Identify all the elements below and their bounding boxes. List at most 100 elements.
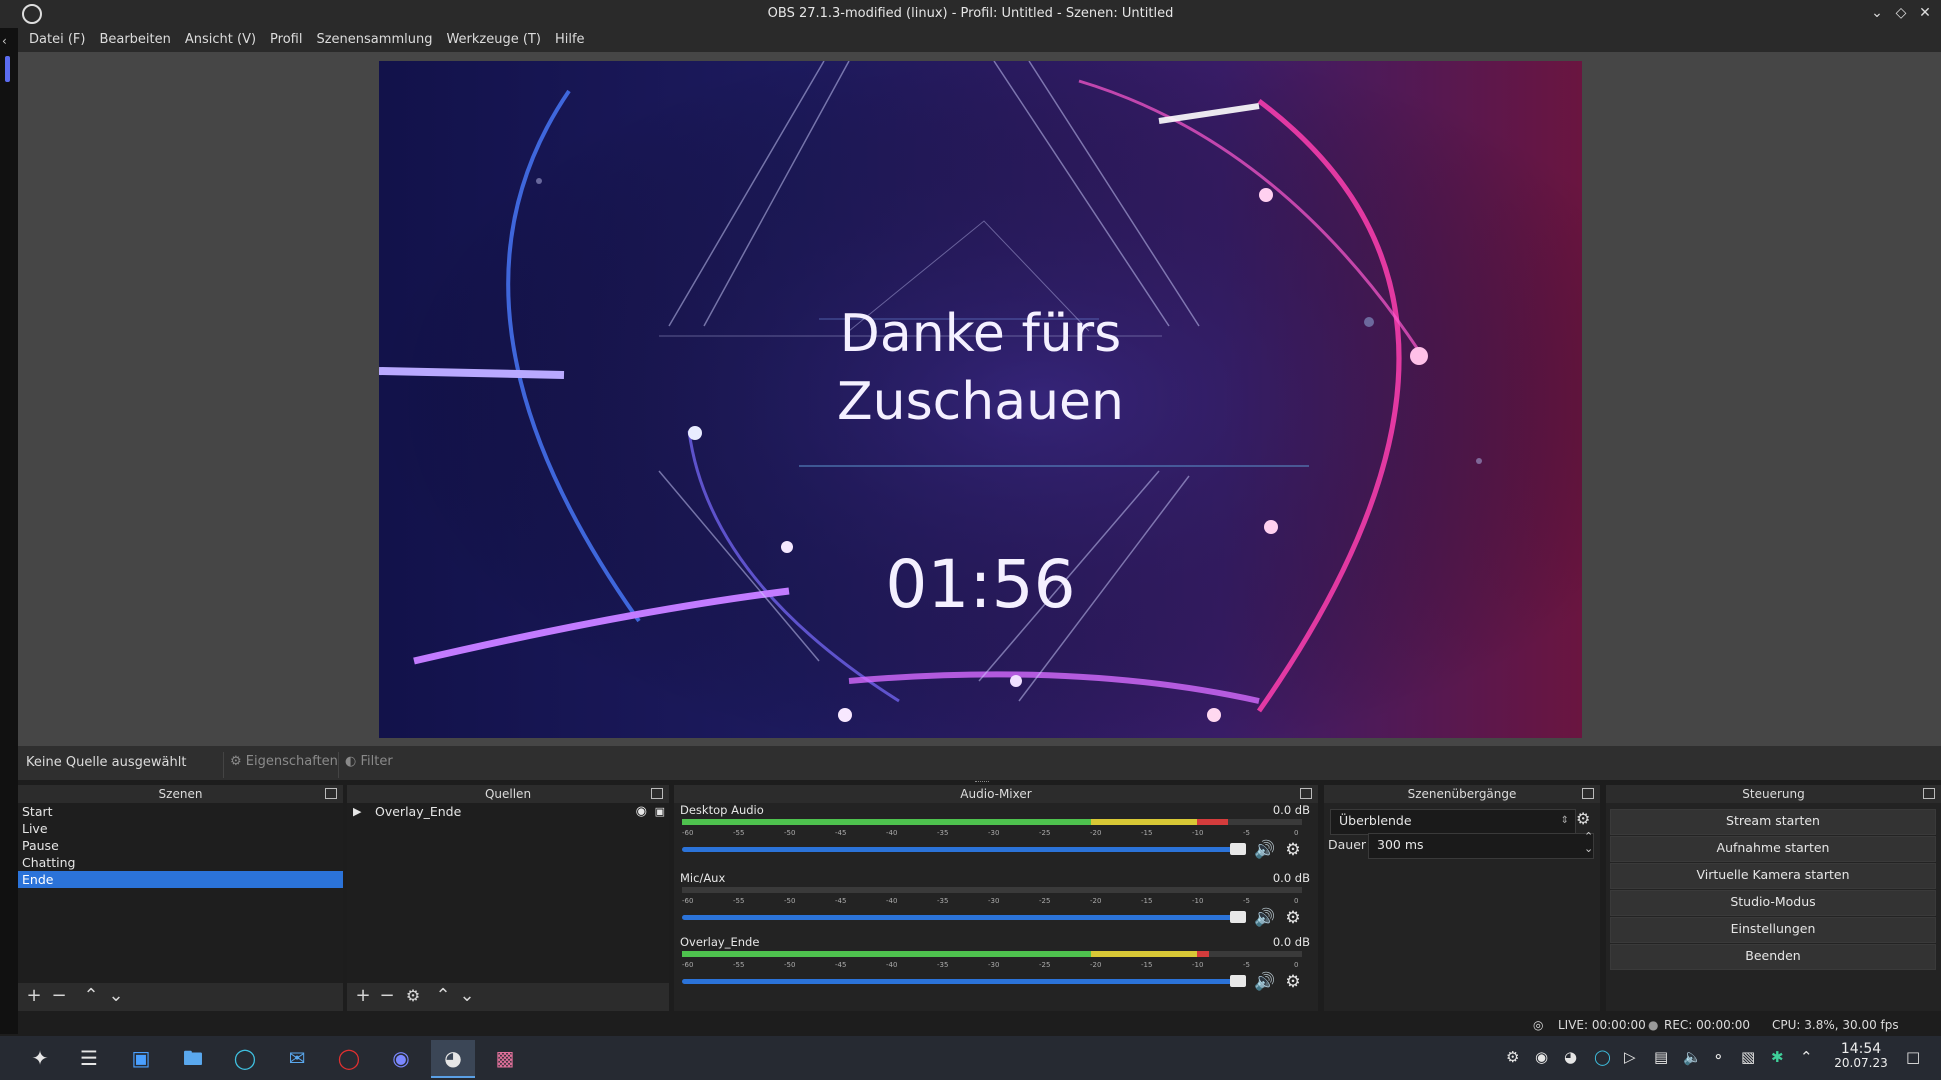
chevron-left-icon[interactable]: ‹ [2, 34, 7, 48]
microphone-tray-icon[interactable]: ⚬ [1712, 1048, 1725, 1066]
sources-title: Quellen [484, 787, 532, 801]
app-launcher-icon[interactable]: ✦ [18, 1040, 62, 1076]
menu-werkzeuge[interactable]: Werkzeuge (T) [439, 28, 548, 51]
volume-slider-handle[interactable] [1230, 975, 1246, 987]
mail-icon[interactable]: ✉ [275, 1040, 319, 1076]
scene-item[interactable]: Pause [18, 837, 343, 854]
speaker-icon[interactable]: 🔊 [1254, 839, 1276, 861]
discord-icon[interactable]: ◉ [379, 1040, 423, 1076]
filter-icon: ◐ [345, 754, 357, 769]
dock-splitter-handle[interactable] [975, 781, 989, 784]
meter-scale-tick: -45 [835, 897, 847, 905]
remove-scene-icon[interactable]: − [49, 986, 69, 1006]
screenshot-tool-icon[interactable]: ▩ [483, 1040, 527, 1076]
task-manager-icon[interactable]: ☰ [67, 1040, 111, 1076]
scene-item[interactable]: Chatting [18, 854, 343, 871]
media-play-tray-icon[interactable]: ▷ [1624, 1048, 1636, 1066]
notifications-tray-icon[interactable]: ⚙ [1506, 1048, 1519, 1066]
discord-tray-icon[interactable]: ◉ [1535, 1048, 1548, 1066]
undock-icon[interactable] [1582, 788, 1594, 799]
preview-canvas[interactable]: Danke fürs Zuschauen 01:56 [379, 61, 1582, 738]
sources-toolbar: + − ⚙ ⌃ ⌄ [347, 983, 669, 1011]
xbox-tray-icon[interactable]: ◯ [1594, 1048, 1611, 1066]
record-icon: ● [1648, 1018, 1659, 1032]
menu-profil[interactable]: Profil [263, 28, 309, 51]
move-down-icon[interactable]: ⌄ [106, 986, 126, 1006]
maximize-icon[interactable]: ◇ [1892, 4, 1910, 22]
volume-slider[interactable] [682, 911, 1246, 923]
start-stream-button[interactable]: Stream starten [1610, 809, 1936, 835]
meter-scale-tick: -10 [1192, 961, 1204, 969]
scene-item[interactable]: Live [18, 820, 343, 837]
store-icon[interactable]: ▣ [119, 1040, 163, 1076]
lock-icon[interactable]: ▣ [655, 803, 665, 820]
chevron-up-icon[interactable]: ⌃ [1800, 1048, 1813, 1066]
meter-scale-tick: -60 [682, 961, 694, 969]
network-tray-icon[interactable]: ▧ [1741, 1048, 1755, 1066]
menu-hilfe[interactable]: Hilfe [548, 28, 592, 51]
exit-button[interactable]: Beenden [1610, 944, 1936, 970]
speaker-icon[interactable]: 🔊 [1254, 971, 1276, 993]
obs-taskbar-icon[interactable]: ◕ [431, 1040, 475, 1078]
volume-slider-handle[interactable] [1230, 911, 1246, 923]
mixer-channel: Desktop Audio 0.0 dB -60 -55 -50 -45 -40 -35 -30… [680, 803, 1322, 869]
add-scene-icon[interactable]: + [24, 986, 44, 1006]
mixer-channel-name: Mic/Aux [680, 871, 726, 885]
clock[interactable]: 14:54 20.07.23 [1826, 1042, 1896, 1070]
minimize-icon[interactable]: ⌄ [1868, 4, 1886, 22]
eye-icon[interactable]: ◉ [636, 803, 647, 820]
close-icon[interactable]: ✕ [1916, 4, 1934, 22]
volume-slider-handle[interactable] [1230, 843, 1246, 855]
undock-icon[interactable] [325, 788, 337, 799]
add-source-icon[interactable]: + [353, 986, 373, 1006]
app-tray-icon[interactable]: ✱ [1771, 1048, 1784, 1066]
speaker-icon[interactable]: 🔊 [1254, 907, 1276, 929]
channel-settings-icon[interactable]: ⚙ [1282, 971, 1304, 993]
settings-button[interactable]: Einstellungen [1610, 917, 1936, 943]
file-manager-icon[interactable]: 🖿 [171, 1040, 215, 1076]
mixer-channel-db: 0.0 dB [1272, 871, 1310, 885]
mixer-channels: Desktop Audio 0.0 dB -60 -55 -50 -45 -40 -35 -30… [674, 803, 1318, 1011]
duration-stepper[interactable]: ⌃ ⌄ [1584, 831, 1593, 855]
channel-settings-icon[interactable]: ⚙ [1282, 907, 1304, 929]
meter-scale-tick: -55 [733, 961, 745, 969]
undock-icon[interactable] [1300, 788, 1312, 799]
scenes-toolbar: + − ⌃ ⌄ [18, 983, 343, 1011]
transition-select[interactable]: Überblende ⇕ [1330, 809, 1576, 835]
studio-mode-button[interactable]: Studio-Modus [1610, 890, 1936, 916]
xbox-companion-icon[interactable]: ◯ [223, 1040, 267, 1076]
menu-bearbeiten[interactable]: Bearbeiten [92, 28, 177, 51]
meter-red [1196, 819, 1228, 825]
meter-scale-tick: 0 [1294, 829, 1299, 837]
start-virtual-camera-button[interactable]: Virtuelle Kamera starten [1610, 863, 1936, 889]
volume-slider[interactable] [682, 975, 1246, 987]
move-down-icon[interactable]: ⌄ [457, 986, 477, 1006]
opera-gx-icon[interactable]: ◯ [327, 1040, 371, 1076]
properties-button[interactable]: ⚙ Eigenschaften [223, 752, 344, 778]
obs-tray-icon[interactable]: ◕ [1564, 1048, 1577, 1066]
undock-icon[interactable] [1923, 788, 1935, 799]
source-settings-icon[interactable]: ⚙ [403, 986, 423, 1006]
clipboard-tray-icon[interactable]: ▤ [1654, 1048, 1668, 1066]
channel-settings-icon[interactable]: ⚙ [1282, 839, 1304, 861]
volume-tray-icon[interactable]: 🔈 [1683, 1048, 1702, 1066]
filter-button[interactable]: ◐ Filter [338, 752, 399, 778]
transition-settings-icon[interactable]: ⚙ [1576, 809, 1590, 828]
play-icon[interactable]: ▶ [353, 803, 361, 820]
volume-slider[interactable] [682, 843, 1246, 855]
duration-field[interactable]: 300 ms [1368, 833, 1594, 859]
show-desktop-icon[interactable]: □ [1906, 1048, 1920, 1066]
menu-ansicht[interactable]: Ansicht (V) [178, 28, 263, 51]
move-up-icon[interactable]: ⌃ [433, 986, 453, 1006]
undock-icon[interactable] [651, 788, 663, 799]
move-up-icon[interactable]: ⌃ [81, 986, 101, 1006]
menu-szenensammlung[interactable]: Szenensammlung [309, 28, 439, 51]
source-item[interactable]: ▶ Overlay_Ende ◉ ▣ [347, 803, 669, 820]
scene-item-selected[interactable]: Ende [18, 871, 343, 888]
start-recording-button[interactable]: Aufnahme starten [1610, 836, 1936, 862]
remove-source-icon[interactable]: − [377, 986, 397, 1006]
menu-datei[interactable]: Datei (F) [22, 28, 92, 51]
scene-item[interactable]: Start [18, 803, 343, 820]
audio-level-meter [682, 887, 1302, 893]
clock-date: 20.07.23 [1834, 1056, 1888, 1070]
